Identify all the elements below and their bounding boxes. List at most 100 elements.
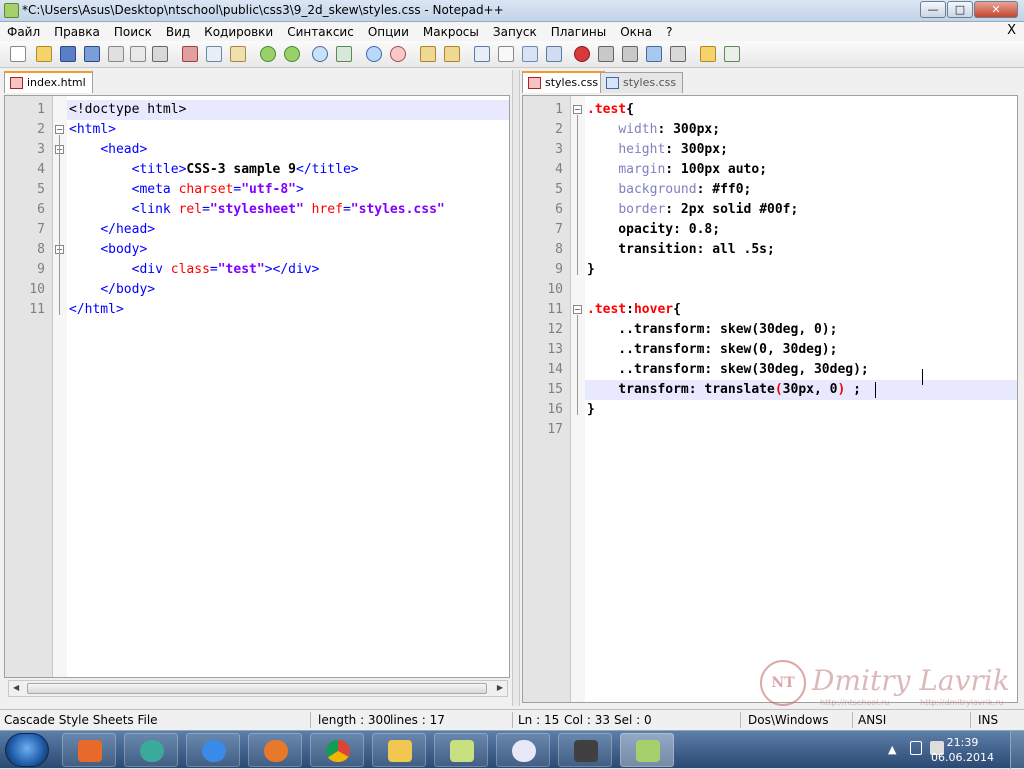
code-line[interactable]: }	[587, 400, 595, 420]
left-editor[interactable]: 1 <!doctype html> 2 <html> 3 <head> 4 <title>…	[4, 95, 510, 678]
code-line[interactable]: width: 300px;	[587, 120, 720, 140]
close-window-button[interactable]: ✕	[974, 1, 1018, 18]
title-bar[interactable]: *C:\Users\Asus\Desktop\ntschool\public\c…	[0, 0, 1024, 22]
spellcheck-icon[interactable]	[724, 46, 740, 62]
code-line[interactable]: <title>CSS-3 sample 9</title>	[69, 160, 359, 180]
code-line[interactable]: <div class="test"></div>	[69, 260, 320, 280]
find-icon[interactable]	[312, 46, 328, 62]
new-file-icon[interactable]	[10, 46, 26, 62]
code-line[interactable]: ..transform: skew(30deg, 0);	[587, 320, 837, 340]
code-line[interactable]: .test{	[587, 100, 634, 120]
code-line[interactable]: .test:hover{	[587, 300, 681, 320]
tab-styles-css[interactable]: styles.css	[522, 71, 606, 93]
taskbar-explorer[interactable]	[372, 733, 426, 767]
system-clock[interactable]: 21:39 06.06.2014	[931, 735, 994, 765]
sync-v-icon[interactable]	[420, 46, 436, 62]
tab-index-html[interactable]: index.html	[4, 71, 93, 93]
all-chars-icon[interactable]	[498, 46, 514, 62]
scroll-thumb[interactable]	[27, 683, 487, 694]
right-editor[interactable]: 1 .test{2 width: 300px; 3 height: 300px; 4 …	[522, 95, 1018, 703]
menu-edit[interactable]: Правка	[47, 25, 107, 39]
sync-h-icon[interactable]	[444, 46, 460, 62]
code-line[interactable]: </html>	[69, 300, 124, 320]
close-icon[interactable]	[108, 46, 124, 62]
save-macro-icon[interactable]	[670, 46, 686, 62]
stop-icon[interactable]	[598, 46, 614, 62]
menu-encoding[interactable]: Кодировки	[197, 25, 280, 39]
taskbar-camtasia[interactable]	[558, 733, 612, 767]
indent-guide-icon[interactable]	[522, 46, 538, 62]
code-line[interactable]: </body>	[69, 280, 155, 300]
code-line[interactable]: <html>	[69, 120, 116, 140]
code-line[interactable]: <head>	[69, 140, 147, 160]
taskbar-qip[interactable]	[124, 733, 178, 767]
code-line[interactable]: transform: translate(30px, 0) ;	[587, 380, 861, 400]
copy-icon[interactable]	[206, 46, 222, 62]
play-icon[interactable]	[622, 46, 638, 62]
taskbar-paint[interactable]	[496, 733, 550, 767]
start-button[interactable]	[5, 733, 49, 767]
code-line[interactable]: transition: all .5s;	[587, 240, 775, 260]
zoom-in-icon[interactable]	[366, 46, 382, 62]
close-all-icon[interactable]	[130, 46, 146, 62]
fold-toggle-icon[interactable]: −	[573, 105, 582, 114]
doc-map-icon[interactable]	[546, 46, 562, 62]
maximize-button[interactable]: □	[947, 1, 973, 18]
wrap-icon[interactable]	[474, 46, 490, 62]
menu-plugins[interactable]: Плагины	[544, 25, 613, 39]
code-line[interactable]: <!doctype html>	[69, 100, 186, 120]
tray-device-icon[interactable]	[910, 741, 922, 755]
menu-view[interactable]: Вид	[159, 25, 197, 39]
menu-syntax[interactable]: Синтаксис	[280, 25, 361, 39]
code-line[interactable]: ..transform: skew(30deg, 30deg);	[587, 360, 868, 380]
zoom-out-icon[interactable]	[390, 46, 406, 62]
code-line[interactable]: <meta charset="utf-8">	[69, 180, 304, 200]
scroll-right-icon[interactable]: ▶	[497, 683, 503, 692]
fold-toggle-icon[interactable]: −	[573, 305, 582, 314]
minimize-button[interactable]: —	[920, 1, 946, 18]
code-line[interactable]: border: 2px solid #00f;	[587, 200, 798, 220]
menu-search[interactable]: Поиск	[107, 25, 159, 39]
notepadpp-app-icon[interactable]	[4, 3, 19, 18]
record-icon[interactable]	[574, 46, 590, 62]
menu-windows[interactable]: Окна	[613, 25, 659, 39]
code-line[interactable]: background: #ff0;	[587, 180, 751, 200]
menu-run[interactable]: Запуск	[486, 25, 544, 39]
folder-icon[interactable]	[700, 46, 716, 62]
save-icon[interactable]	[60, 46, 76, 62]
close-doc-button[interactable]: X	[1007, 23, 1016, 38]
taskbar-office[interactable]	[62, 733, 116, 767]
open-file-icon[interactable]	[36, 46, 52, 62]
taskbar-ie[interactable]	[186, 733, 240, 767]
code-line[interactable]: }	[587, 260, 595, 280]
horizontal-scrollbar[interactable]: ◀ ▶	[8, 680, 508, 697]
taskbar-chrome[interactable]	[310, 733, 364, 767]
undo-icon[interactable]	[260, 46, 276, 62]
save-all-icon[interactable]	[84, 46, 100, 62]
show-desktop-button[interactable]	[1010, 731, 1024, 769]
code-line[interactable]: <link rel="stylesheet" href="styles.css"	[69, 200, 445, 220]
print-icon[interactable]	[152, 46, 168, 62]
taskbar-sticky-notes[interactable]	[434, 733, 488, 767]
code-line[interactable]: ..transform: skew(0, 30deg);	[587, 340, 837, 360]
code-line[interactable]: </head>	[69, 220, 155, 240]
code-line[interactable]: opacity: 0.8;	[587, 220, 720, 240]
menu-help[interactable]: ?	[659, 25, 679, 39]
pane-splitter[interactable]	[512, 70, 520, 706]
tab-styles-css-clone[interactable]: styles.css	[600, 72, 684, 93]
code-line[interactable]: height: 300px;	[587, 140, 728, 160]
redo-icon[interactable]	[284, 46, 300, 62]
tray-arrow-icon[interactable]: ▲	[888, 743, 896, 756]
menu-macros[interactable]: Макросы	[416, 25, 486, 39]
scroll-left-icon[interactable]: ◀	[13, 683, 19, 692]
menu-options[interactable]: Опции	[361, 25, 416, 39]
code-line[interactable]: margin: 100px auto;	[587, 160, 767, 180]
taskbar-notepadpp[interactable]	[620, 733, 674, 767]
replace-icon[interactable]	[336, 46, 352, 62]
cut-icon[interactable]	[182, 46, 198, 62]
paste-icon[interactable]	[230, 46, 246, 62]
fold-toggle-icon[interactable]: −	[55, 125, 64, 134]
code-line[interactable]: <body>	[69, 240, 147, 260]
play-multi-icon[interactable]	[646, 46, 662, 62]
menu-file[interactable]: Файл	[0, 25, 47, 39]
